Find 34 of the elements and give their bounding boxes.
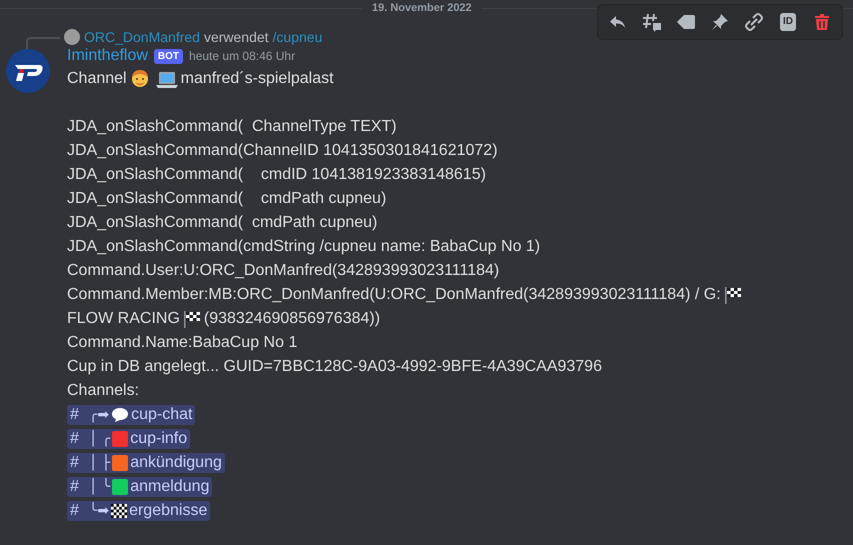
avatar-circle [64, 29, 80, 45]
message-text: JDA_onSlashCommand(ChannelID 1041350301841621072) [67, 141, 498, 161]
channel-mention[interactable]: # ╰➡ ergebnisse [67, 501, 210, 521]
message-text: manfred´s-spielpalast [180, 69, 334, 89]
channel-mention[interactable]: # │ ├ ankündigung [67, 453, 225, 473]
timestamp: heute um 08:46 Uhr [189, 49, 296, 63]
channel-mention[interactable]: # │ ╭ cup-info [67, 429, 190, 449]
message-text: JDA_onSlashCommand(cmdString /cupneu name: BabaCup No 1) [67, 237, 540, 257]
message-text: (938324690856976384)) [204, 309, 380, 329]
message-text: Command.User:U:ORC_DonManfred(342893993023111184) [67, 261, 500, 281]
message-text: Command.Member:MB:ORC_DonManfred(U:ORC_DonManfred(342893993023111184) / G: [67, 285, 721, 305]
bot-tag: BOT [154, 48, 184, 64]
message-text: JDA_onSlashCommand( cmdID 1041381923383148615) [67, 165, 486, 185]
channel-mention[interactable]: # ╭➡ cup-chat [67, 405, 196, 425]
message-text: JDA_onSlashCommand( cmdPath cupneu) [67, 189, 386, 209]
message-text: JDA_onSlashCommand( ChannelType TEXT) [67, 117, 397, 137]
checkered-flag-icon [182, 309, 202, 329]
message-text: Command.Name:BabaCup No 1 [67, 333, 298, 353]
checkered-flag-icon [722, 285, 743, 305]
speech-bubble-icon [111, 407, 130, 423]
message-text: Cup in DB angelegt... GUID=7BBC128C-9A03-4992-9BFE-4A39CAA93796 [67, 357, 602, 377]
message-text: JDA_onSlashCommand( cmdPath cupneu) [67, 213, 378, 233]
checkered-icon [111, 504, 128, 518]
channel-mention[interactable]: # │ ╰ anmeldung [67, 477, 212, 497]
bot-avatar[interactable] [6, 49, 50, 93]
copy-id-button[interactable]: ID [772, 7, 804, 37]
message-text: Channels: [67, 381, 140, 401]
reply-verb: verwendet [204, 29, 269, 45]
message-text: Channel [67, 69, 127, 89]
reply-username[interactable]: ORC_DonManfred [84, 29, 200, 45]
reply-connector [26, 36, 60, 50]
author-name[interactable]: Imintheflow [67, 47, 148, 65]
command-link[interactable]: /cupneu [272, 29, 322, 45]
message-text: FLOW RACING [67, 309, 180, 329]
